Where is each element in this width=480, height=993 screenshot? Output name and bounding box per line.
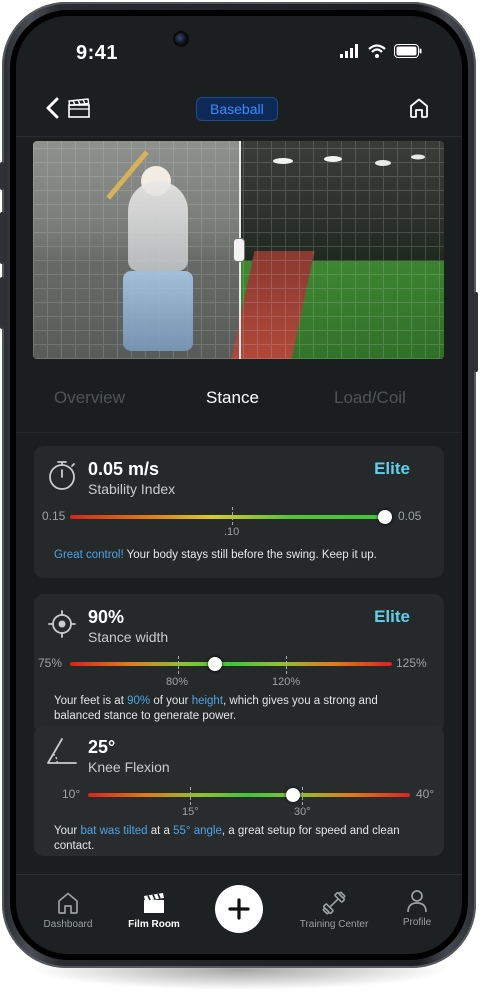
tab-load-coil[interactable]: Load/Coil — [334, 388, 406, 408]
knee-desc-a: Your — [54, 825, 81, 837]
knee-desc-b: bat was tilted — [80, 825, 148, 837]
volume-down-button — [0, 277, 4, 329]
stability-tick-label: .10 — [224, 526, 240, 538]
stability-value: 0.05 m/s — [88, 459, 160, 479]
stance-width-scale-max: 125% — [396, 656, 427, 670]
stability-gradient-bar — [70, 515, 386, 519]
knee-flexion-description: Your bat was tilted at a 55° angle, a gr… — [54, 824, 414, 854]
stability-rating: Elite — [374, 459, 410, 478]
knee-flexion-gradient-bar — [88, 793, 410, 797]
nav-film-room-label: Film Room — [128, 919, 180, 930]
stance-width-value: 90% — [88, 607, 125, 627]
player-body — [128, 181, 188, 271]
stance-width-marker — [208, 657, 222, 671]
knee-flexion-tick-1 — [190, 787, 191, 805]
knee-flexion-marker — [286, 788, 300, 802]
comparison-slider-handle[interactable] — [233, 238, 245, 262]
knee-flexion-tick-2 — [302, 787, 303, 805]
nav-profile[interactable]: Profile — [392, 888, 442, 928]
stability-scale-min: 0.15 — [42, 509, 66, 523]
home-icon[interactable] — [408, 97, 430, 119]
stance-width-gradient-bar — [70, 662, 392, 666]
power-button — [474, 292, 478, 372]
battery-icon — [394, 44, 422, 58]
stance-width-tick-1 — [178, 656, 179, 674]
swing-comparison-video[interactable] — [33, 141, 444, 359]
stability-tick — [232, 507, 233, 525]
status-icons — [340, 44, 422, 58]
stopwatch-icon — [49, 461, 75, 490]
header-divider — [16, 136, 462, 137]
tab-stance[interactable]: Stance — [206, 388, 259, 408]
nav-dashboard-label: Dashboard — [43, 919, 93, 930]
stance-width-tick-1-label: 80% — [166, 676, 189, 688]
action-button — [0, 162, 4, 190]
dumbbell-icon — [322, 891, 346, 915]
stance-width-description: Your feet is at 90% of your height, whic… — [54, 694, 414, 724]
stance-width-card: 90% Stance width Elite 75% 80% 120% 125%… — [34, 594, 444, 734]
tab-overview[interactable]: Overview — [54, 388, 125, 408]
nav-profile-label: Profile — [402, 917, 432, 928]
knee-flexion-card: 25° Knee Flexion 10° 15° 30° 40° Your ba… — [34, 726, 444, 856]
stance-desc-c: of your — [150, 695, 192, 707]
knee-desc-c: at a — [147, 825, 174, 837]
knee-desc-d: 55° angle — [173, 825, 222, 837]
knee-flexion-value: 25° — [88, 737, 116, 757]
front-camera — [173, 31, 189, 47]
knee-flexion-scale-min: 10° — [62, 787, 81, 801]
knee-flexion-scale-max: 40° — [416, 787, 435, 801]
screen: 9:41 Baseball Overview Stance Load/Coil … — [16, 16, 462, 954]
nav-dashboard[interactable]: Dashboard — [38, 890, 98, 930]
stance-width-tick-2 — [286, 656, 287, 674]
clapperboard-icon — [144, 893, 164, 913]
nav-training-center[interactable]: Training Center — [296, 890, 372, 930]
knee-flexion-tick-1-label: 15° — [182, 806, 199, 818]
status-time: 9:41 — [76, 42, 119, 64]
ceiling-lights — [273, 154, 425, 166]
sport-pill[interactable]: Baseball — [196, 97, 278, 121]
add-button[interactable] — [215, 885, 263, 933]
knee-flexion-tick-2-label: 30° — [294, 806, 311, 818]
stance-width-label: Stance width — [88, 629, 169, 645]
stability-marker — [378, 510, 392, 524]
knee-flexion-label: Knee Flexion — [88, 759, 170, 775]
stability-label: Stability Index — [88, 481, 176, 497]
stance-width-scale-min: 75% — [38, 656, 63, 670]
clapperboard-icon[interactable] — [68, 98, 90, 118]
stability-description: Great control! Your body stays still bef… — [54, 548, 434, 563]
stance-width-tick-2-label: 120% — [272, 676, 301, 688]
stability-highlight: Great control! — [54, 549, 124, 561]
nav-film-room[interactable]: Film Room — [124, 890, 184, 930]
stance-width-rating: Elite — [374, 607, 410, 626]
stability-desc-text: Your body stays still before the swing. … — [123, 549, 377, 561]
volume-up-button — [0, 212, 4, 264]
cellular-icon — [340, 44, 358, 58]
stability-scale-max: 0.05 — [398, 509, 422, 523]
stance-desc-d: height — [191, 695, 224, 707]
home-icon — [58, 892, 78, 914]
stance-desc-a: Your feet is at — [54, 695, 128, 707]
wifi-icon — [368, 44, 386, 58]
tabs-divider — [16, 432, 462, 433]
plus-icon — [228, 898, 250, 920]
person-icon — [407, 890, 427, 913]
stance-desc-b: 90% — [127, 695, 151, 707]
top-navigation: Baseball — [16, 82, 462, 138]
angle-icon — [47, 738, 77, 764]
player-legs — [123, 271, 193, 351]
stability-card: 0.05 m/s Stability Index Elite 0.15 .10 … — [34, 446, 444, 578]
back-chevron-icon[interactable] — [42, 96, 66, 120]
nav-training-center-label: Training Center — [299, 919, 369, 930]
crosshair-icon — [48, 610, 76, 638]
